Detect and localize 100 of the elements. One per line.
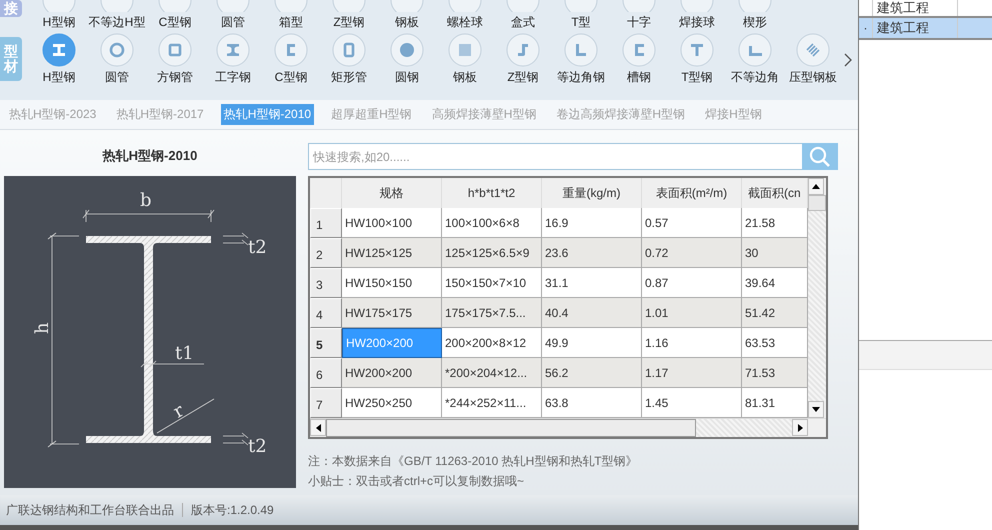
corner-header xyxy=(310,178,342,208)
shape-label[interactable]: Z型钢 xyxy=(333,14,365,30)
search-field[interactable]: 快速搜索,如20...... xyxy=(308,143,802,170)
row-number[interactable]: 5 xyxy=(310,328,342,358)
shape-label[interactable]: C型钢 xyxy=(158,14,192,30)
shape-icon[interactable] xyxy=(680,0,714,12)
shape-label[interactable]: Z型钢 xyxy=(507,69,539,85)
row-number[interactable]: 4 xyxy=(310,298,342,328)
table-cell[interactable]: *200×204×12... xyxy=(442,358,542,388)
row-number[interactable]: 7 xyxy=(310,388,342,418)
shape-label[interactable]: 钢板 xyxy=(453,69,477,85)
shape-icon[interactable] xyxy=(796,33,830,67)
section-title: 热轧H型钢-2010 xyxy=(102,148,198,165)
shape-icon[interactable] xyxy=(390,0,424,12)
table-cell[interactable]: 30 xyxy=(742,238,808,268)
project-name: 建筑工程 xyxy=(877,0,929,17)
note-text: 小贴士：双击或者ctrl+c可以复制数据哦~ xyxy=(308,473,526,490)
column-header[interactable]: 规格 xyxy=(342,178,442,208)
row-number[interactable]: 3 xyxy=(310,268,342,298)
project-row[interactable]: · 建筑工程 xyxy=(859,18,992,40)
table-cell[interactable]: HW200×200 xyxy=(342,358,442,388)
shape-icon[interactable] xyxy=(506,33,540,67)
shape-icon[interactable] xyxy=(448,0,482,12)
scroll-down-button[interactable] xyxy=(808,401,824,418)
shape-label[interactable]: 槽钢 xyxy=(627,69,651,85)
shape-label[interactable]: 圆管 xyxy=(105,69,129,85)
shape-icon[interactable] xyxy=(738,0,772,12)
h-beam-icon[interactable] xyxy=(42,33,76,67)
table-cell[interactable]: 56.2 xyxy=(542,358,642,388)
shape-icon[interactable] xyxy=(100,0,134,12)
row-number[interactable]: 2 xyxy=(310,238,342,268)
shape-icon[interactable] xyxy=(158,0,192,12)
column-header[interactable]: h*b*t1*t2 xyxy=(442,178,542,208)
shape-label[interactable]: 钢板 xyxy=(395,14,419,30)
shape-label[interactable]: 焊接球 xyxy=(679,14,715,30)
search-button[interactable] xyxy=(802,143,838,170)
shape-label[interactable]: 螺栓球 xyxy=(447,14,483,30)
shape-label[interactable]: T型钢 xyxy=(681,69,713,85)
table-cell[interactable]: 1.17 xyxy=(642,358,742,388)
shape-label[interactable]: H型钢 xyxy=(42,69,76,85)
shape-icon[interactable] xyxy=(564,0,598,12)
shape-icon[interactable] xyxy=(680,33,714,67)
shape-icon[interactable] xyxy=(564,33,598,67)
shape-icon[interactable] xyxy=(100,33,134,67)
row-number[interactable]: 6 xyxy=(310,358,342,388)
shape-icon[interactable] xyxy=(332,33,366,67)
row-number[interactable]: 1 xyxy=(310,208,342,238)
shape-icon[interactable] xyxy=(216,33,250,67)
table-cell[interactable]: 175×175×7.5... xyxy=(442,298,542,328)
column-header[interactable]: 表面积(m²/m) xyxy=(642,178,742,208)
scroll-left-button[interactable] xyxy=(310,419,326,436)
scroll-right-button[interactable] xyxy=(792,419,808,436)
shape-icon[interactable] xyxy=(42,0,76,12)
shape-label[interactable]: 工字钢 xyxy=(215,69,251,85)
search-icon xyxy=(809,146,831,168)
shape-label[interactable]: C型钢 xyxy=(274,69,308,85)
shape-label[interactable]: 盒式 xyxy=(511,14,535,30)
shape-icon[interactable] xyxy=(448,33,482,67)
column-header[interactable]: 截面积(cn xyxy=(742,178,808,208)
scroll-up-button[interactable] xyxy=(808,178,824,195)
shape-icon[interactable] xyxy=(216,0,250,12)
shape-label[interactable]: 圆管 xyxy=(221,14,245,30)
chevron-right-icon[interactable] xyxy=(844,53,852,67)
project-name: 建筑工程 xyxy=(877,19,929,37)
shape-label[interactable]: 十字 xyxy=(627,14,651,30)
table-cell[interactable]: 1.01 xyxy=(642,298,742,328)
table-cell[interactable]: HW175×175 xyxy=(342,298,442,328)
table-cell[interactable]: 40.4 xyxy=(542,298,642,328)
shape-icon[interactable] xyxy=(158,33,192,67)
shape-label[interactable]: 压型钢板 xyxy=(789,69,837,85)
shape-label[interactable]: H型钢 xyxy=(42,14,76,30)
shape-label[interactable]: 不等边角 xyxy=(731,69,779,85)
table-cell[interactable]: HW125×125 xyxy=(342,238,442,268)
table-cell[interactable]: 0.72 xyxy=(642,238,742,268)
shape-icon[interactable] xyxy=(738,33,772,67)
shape-icon[interactable] xyxy=(390,33,424,67)
shape-label[interactable]: 圆钢 xyxy=(395,69,419,85)
left-arrow-icon xyxy=(316,424,320,432)
shape-label[interactable]: 等边角钢 xyxy=(557,69,605,85)
shape-icon[interactable] xyxy=(622,0,656,12)
table-cell[interactable]: 51.42 xyxy=(742,298,808,328)
shape-label[interactable]: 不等边H型 xyxy=(88,14,146,30)
leader-line xyxy=(140,360,204,368)
table-cell[interactable]: 125×125×6.5×9 xyxy=(442,238,542,268)
column-header[interactable]: 重量(kg/m) xyxy=(542,178,642,208)
shape-icon[interactable] xyxy=(332,0,366,12)
shape-label[interactable]: 箱型 xyxy=(279,14,303,30)
scroll-thumb[interactable] xyxy=(326,419,696,437)
shape-label[interactable]: 矩形管 xyxy=(331,69,367,85)
scroll-thumb[interactable] xyxy=(808,195,826,211)
shape-icon[interactable] xyxy=(274,33,308,67)
shape-label[interactable]: T型 xyxy=(571,14,591,30)
shape-icon[interactable] xyxy=(274,0,308,12)
table-cell[interactable]: 71.53 xyxy=(742,358,808,388)
dimension-line xyxy=(222,232,248,246)
shape-label[interactable]: 方钢管 xyxy=(157,69,193,85)
shape-label[interactable]: 楔形 xyxy=(743,14,767,30)
shape-icon[interactable] xyxy=(506,0,540,12)
table-cell[interactable]: 23.6 xyxy=(542,238,642,268)
shape-icon[interactable] xyxy=(622,33,656,67)
